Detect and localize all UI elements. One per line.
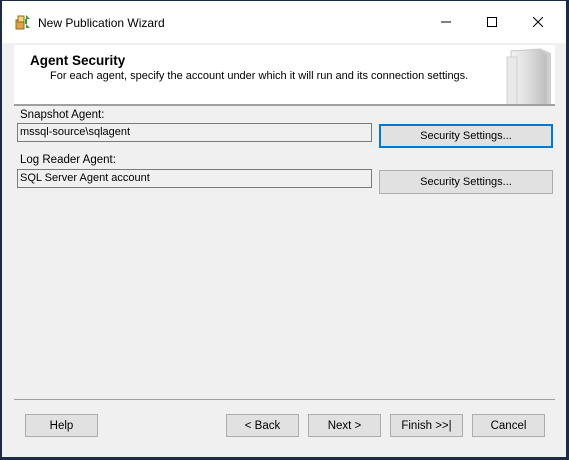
- back-button[interactable]: < Back: [226, 414, 299, 437]
- minimize-icon[interactable]: [423, 1, 469, 43]
- log-reader-agent-field: SQL Server Agent account: [17, 169, 372, 188]
- close-icon[interactable]: [515, 1, 561, 43]
- wizard-window: New Publication Wizard Agent Security Fo…: [1, 0, 567, 458]
- maximize-icon[interactable]: [469, 1, 515, 43]
- snapshot-security-settings-button[interactable]: Security Settings...: [379, 124, 553, 148]
- header-graphic-icon: [503, 47, 555, 106]
- title-bar[interactable]: New Publication Wizard: [2, 1, 566, 43]
- help-button[interactable]: Help: [25, 414, 98, 437]
- footer-separator: [14, 399, 555, 400]
- next-button[interactable]: Next >: [308, 414, 381, 437]
- page-subtitle: For each agent, specify the account unde…: [50, 70, 469, 82]
- log-reader-agent-label: Log Reader Agent:: [20, 154, 116, 166]
- cancel-button[interactable]: Cancel: [472, 414, 545, 437]
- finish-button[interactable]: Finish >>|: [390, 414, 463, 437]
- wizard-header: Agent Security For each agent, specify t…: [14, 45, 555, 106]
- snapshot-agent-label: Snapshot Agent:: [20, 109, 105, 121]
- log-reader-security-settings-button[interactable]: Security Settings...: [379, 170, 553, 194]
- snapshot-agent-field: mssql-source\sqlagent: [17, 123, 372, 142]
- page-title: Agent Security: [30, 53, 126, 68]
- window-title: New Publication Wizard: [38, 16, 165, 30]
- wizard-icon: [14, 13, 32, 31]
- header-separator: [14, 104, 555, 105]
